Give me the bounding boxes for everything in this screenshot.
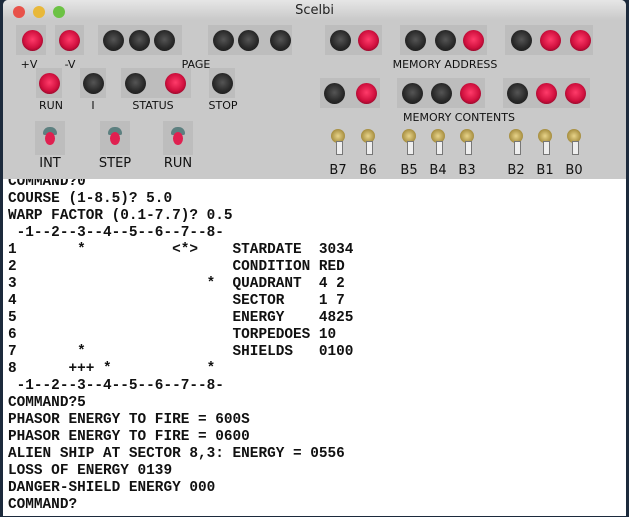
terminal-text: COMMAND?0 COURSE (1-8.5)? 5.0 WARP FACTOR … <box>3 179 626 514</box>
terminal-line: PHASOR ENERGY TO FIRE = 600S <box>8 412 250 428</box>
page-led <box>270 30 291 51</box>
bit-switch-b4[interactable] <box>431 129 445 155</box>
label-bit-7: B0 <box>565 163 583 178</box>
memory-contents-led <box>356 83 377 104</box>
zoom-button[interactable] <box>53 6 65 18</box>
bit-switch-b5[interactable] <box>402 129 416 155</box>
memory-contents-led <box>402 83 423 104</box>
label-switch-1: STEP <box>98 156 132 171</box>
memory-address-led <box>330 30 351 51</box>
terminal-line: COURSE (1-8.5)? 5.0 <box>8 191 173 207</box>
bit-switch-b1[interactable] <box>538 129 552 155</box>
label-status-2: STATUS <box>132 99 174 112</box>
label-bit-0: B7 <box>329 163 347 178</box>
memory-address-led <box>405 30 426 51</box>
label-switch-0: INT <box>39 156 61 171</box>
page-led <box>154 30 175 51</box>
power-led <box>22 30 43 51</box>
terminal-line: 8 +++ * * <box>8 361 216 377</box>
label-status-3: STOP <box>208 99 238 112</box>
memory-address-led <box>358 30 379 51</box>
status-led <box>165 73 186 94</box>
terminal-line: LOSS OF ENERGY 0139 <box>8 463 173 479</box>
terminal-line: DANGER-SHIELD ENERGY 000 <box>8 480 216 496</box>
title-bar: Scelbi <box>3 0 626 20</box>
terminal-line: WARP FACTOR (0.1-7.7)? 0.5 <box>8 208 233 224</box>
label-bit-1: B6 <box>359 163 377 178</box>
memory-contents-led <box>507 83 528 104</box>
status-led <box>39 73 60 94</box>
window-title: Scelbi <box>295 3 334 18</box>
close-button[interactable] <box>13 6 25 18</box>
memory-contents-led <box>324 83 345 104</box>
page-led <box>213 30 234 51</box>
toggle-switch-int[interactable] <box>35 121 65 155</box>
label-memory-address: MEMORY ADDRESS <box>392 58 498 71</box>
terminal-output[interactable]: COMMAND?0 COURSE (1-8.5)? 5.0 WARP FACTOR … <box>3 179 626 516</box>
bit-switch-b3[interactable] <box>460 129 474 155</box>
status-led <box>83 73 104 94</box>
minimize-button[interactable] <box>33 6 45 18</box>
label-bit-2: B5 <box>400 163 418 178</box>
label-status-0: RUN <box>39 99 63 112</box>
label-minus-v: -V <box>64 58 76 71</box>
page-led <box>238 30 259 51</box>
memory-address-led <box>511 30 532 51</box>
memory-contents-led <box>565 83 586 104</box>
terminal-line: -1--2--3--4--5--6--7--8- <box>8 225 224 241</box>
terminal-line: 1 * <*> STARDATE 3034 <box>8 242 354 258</box>
bit-switch-b2[interactable] <box>509 129 523 155</box>
scelbi-window: Scelbi +V -V PAGE MEMORY ADDRESS MEMORY CONT… <box>3 0 626 516</box>
memory-contents-led <box>536 83 557 104</box>
terminal-line: COMMAND? <box>8 497 78 513</box>
terminal-line: 5 ENERGY 4825 <box>8 310 354 326</box>
memory-contents-led <box>431 83 452 104</box>
memory-address-led <box>570 30 591 51</box>
label-switch-2: RUN <box>163 156 193 171</box>
memory-address-led <box>540 30 561 51</box>
terminal-line: -1--2--3--4--5--6--7--8- <box>8 378 224 394</box>
status-led <box>212 73 233 94</box>
label-bit-3: B4 <box>429 163 447 178</box>
label-bit-4: B3 <box>458 163 476 178</box>
terminal-line: 6 TORPEDOES 10 <box>8 327 337 343</box>
terminal-line: 4 SECTOR 1 7 <box>8 293 345 309</box>
memory-contents-led <box>460 83 481 104</box>
bit-switch-b0[interactable] <box>567 129 581 155</box>
label-memory-contents: MEMORY CONTENTS <box>403 111 515 124</box>
terminal-line: COMMAND?5 <box>8 395 86 411</box>
label-plus-v: +V <box>20 58 38 71</box>
terminal-line: COMMAND?0 <box>8 179 86 190</box>
label-page: PAGE <box>181 58 211 71</box>
terminal-line: PHASOR ENERGY TO FIRE = 0600 <box>8 429 250 445</box>
terminal-line: 2 CONDITION RED <box>8 259 345 275</box>
memory-address-led <box>463 30 484 51</box>
bit-switch-b6[interactable] <box>361 129 375 155</box>
toggle-switch-run[interactable] <box>163 121 193 155</box>
terminal-line: ALIEN SHIP AT SECTOR 8,3: ENERGY = 0556 <box>8 446 345 462</box>
bit-switch-b7[interactable] <box>331 129 345 155</box>
terminal-line: 3 * QUADRANT 4 2 <box>8 276 345 292</box>
memory-address-led <box>435 30 456 51</box>
label-status-1: I <box>91 99 95 112</box>
label-bit-6: B1 <box>536 163 554 178</box>
power-led <box>59 30 80 51</box>
label-bit-5: B2 <box>507 163 525 178</box>
status-led <box>125 73 146 94</box>
page-led <box>103 30 124 51</box>
terminal-line: 7 * SHIELDS 0100 <box>8 344 354 360</box>
toggle-switch-step[interactable] <box>100 121 130 155</box>
page-led <box>129 30 150 51</box>
